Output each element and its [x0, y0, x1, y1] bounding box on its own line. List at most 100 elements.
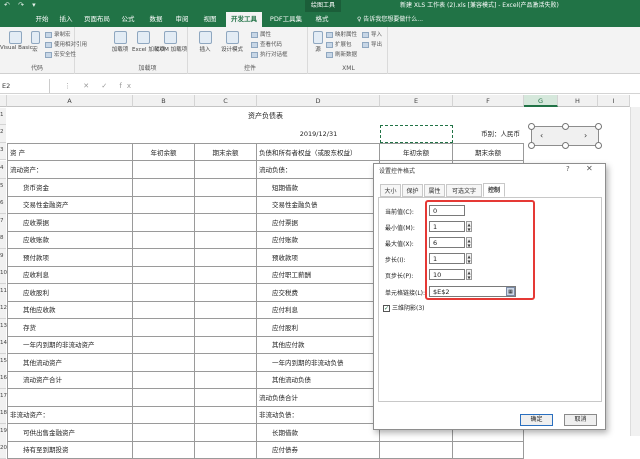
cancel-button[interactable]: 取消 [564, 414, 597, 426]
liability-item-cell[interactable]: 流动负债： [257, 161, 380, 179]
asset-item-cell[interactable]: 预付款项 [7, 249, 133, 267]
asset-closing-cell[interactable] [195, 354, 257, 372]
tab-control[interactable]: 控制 [483, 183, 505, 197]
asset-item-cell[interactable]: 应收票据 [7, 214, 133, 232]
liability-item-cell[interactable]: 预收款项 [257, 249, 380, 267]
help-icon[interactable]: ? [566, 165, 570, 173]
asset-item-cell[interactable]: 货币资金 [7, 179, 133, 197]
asset-item-cell[interactable]: 应收利息 [7, 266, 133, 284]
liability-item-cell[interactable]: 交易性金融负债 [257, 196, 380, 214]
liability-item-cell[interactable]: 一年内到期的非流动负债 [257, 354, 380, 372]
asset-opening-cell[interactable] [133, 319, 195, 337]
header-liabilities[interactable]: 负债和所有者权益（或股东权益） [257, 143, 380, 161]
tab-insert[interactable]: 插入 [54, 12, 78, 27]
asset-opening-cell[interactable] [133, 249, 195, 267]
run-dialog-button[interactable]: 执行对话框 [251, 50, 288, 58]
ok-button[interactable]: 确定 [520, 414, 553, 426]
asset-opening-cell[interactable] [133, 284, 195, 302]
relative-reference-button[interactable]: 使用相对引用 [45, 40, 87, 48]
refresh-data-button[interactable]: 刷新数据 [326, 50, 357, 58]
row-header[interactable]: 11 [0, 284, 7, 302]
row-header[interactable]: 7 [0, 214, 6, 232]
asset-closing-cell[interactable] [195, 179, 257, 197]
liability-item-cell[interactable]: 应付票据 [257, 214, 380, 232]
header-opening-balance-2[interactable]: 年初余额 [380, 143, 453, 161]
header-closing-balance-2[interactable]: 期末余额 [453, 143, 524, 161]
asset-item-cell[interactable]: 应收股利 [7, 284, 133, 302]
asset-opening-cell[interactable] [133, 406, 195, 424]
com-addins-button[interactable]: COM 加载项 [156, 31, 187, 53]
selected-cell-e2[interactable] [380, 125, 453, 143]
map-properties-button[interactable]: 映射属性 [326, 30, 357, 38]
properties-button[interactable]: 属性 [251, 30, 271, 38]
asset-opening-cell[interactable] [133, 441, 195, 459]
asset-closing-cell[interactable] [195, 424, 257, 442]
addins-button[interactable]: 加载项 [110, 31, 130, 53]
row-header[interactable]: 15 [0, 354, 7, 372]
liability-item-cell[interactable]: 应交税费 [257, 284, 380, 302]
tab-formulas[interactable]: 公式 [116, 12, 140, 27]
resize-handle[interactable] [528, 123, 535, 130]
macro-button[interactable]: 宏 [30, 31, 40, 53]
liability-item-cell[interactable]: 非流动负债： [257, 406, 380, 424]
liability-item-cell[interactable]: 长期借款 [257, 424, 380, 442]
view-code-button[interactable]: 查看代码 [251, 40, 282, 48]
column-header-b[interactable]: B [133, 95, 195, 107]
tab-developer[interactable]: 开发工具 [226, 12, 262, 27]
expansion-pack-button[interactable]: 扩展包 [326, 40, 352, 48]
asset-opening-cell[interactable] [133, 161, 195, 179]
formula-icons[interactable]: ⋮ ✕ ✓ fx [64, 79, 136, 93]
asset-item-cell[interactable]: 应收账款 [7, 231, 133, 249]
column-header-a[interactable]: A [7, 95, 133, 107]
tell-me-search[interactable]: ♀ 告诉我您想要做什么... [357, 12, 423, 27]
resize-handle[interactable] [528, 142, 535, 149]
design-mode-button[interactable]: 设计模式 [217, 31, 247, 53]
scroll-right-icon[interactable]: › [584, 131, 587, 140]
liability-item-cell[interactable]: 其他应付款 [257, 336, 380, 354]
close-icon[interactable]: ✕ [586, 164, 593, 173]
asset-item-cell[interactable]: 流动资产： [7, 161, 133, 179]
asset-opening-cell[interactable] [133, 196, 195, 214]
row-header[interactable]: 6 [0, 196, 6, 214]
liability-item-cell[interactable]: 应付职工薪酬 [257, 266, 380, 284]
export-button[interactable]: 导出 [362, 40, 382, 48]
asset-item-cell[interactable]: 其他应收款 [7, 301, 133, 319]
asset-closing-cell[interactable] [195, 336, 257, 354]
asset-closing-cell[interactable] [195, 161, 257, 179]
asset-item-cell[interactable]: 流动资产合计 [7, 371, 133, 389]
column-header-d[interactable]: D [257, 95, 380, 107]
asset-closing-cell[interactable] [195, 231, 257, 249]
row-header[interactable]: 3 [0, 143, 6, 160]
header-opening-balance[interactable]: 年初余额 [133, 143, 195, 161]
vertical-scrollbar[interactable] [630, 107, 640, 436]
asset-item-cell[interactable]: 存货 [7, 319, 133, 337]
asset-opening-cell[interactable] [133, 336, 195, 354]
column-header-g[interactable]: G [524, 95, 558, 107]
row-header[interactable]: 1 [0, 108, 6, 125]
row-header[interactable]: 13 [0, 319, 7, 337]
asset-closing-cell[interactable] [195, 301, 257, 319]
import-button[interactable]: 导入 [362, 30, 382, 38]
quick-access-toolbar[interactable]: ↶ ↷ ▾ [4, 1, 39, 9]
row-header[interactable]: 16 [0, 371, 7, 389]
asset-opening-cell[interactable] [133, 266, 195, 284]
row-header[interactable]: 18 [0, 406, 7, 424]
sheet-title[interactable]: 资产负债表 [7, 108, 524, 125]
liability-opening-cell[interactable] [380, 441, 453, 459]
liability-item-cell[interactable]: 流动负债合计 [257, 389, 380, 407]
liability-item-cell[interactable]: 短期借款 [257, 179, 380, 197]
asset-closing-cell[interactable] [195, 319, 257, 337]
asset-closing-cell[interactable] [195, 266, 257, 284]
row-header[interactable]: 5 [0, 179, 6, 197]
asset-item-cell[interactable]: 持有至到期投资 [7, 441, 133, 459]
resize-handle[interactable] [562, 142, 569, 149]
column-header-c[interactable]: C [195, 95, 257, 107]
column-header-e[interactable]: E [380, 95, 453, 107]
asset-closing-cell[interactable] [195, 196, 257, 214]
liability-item-cell[interactable]: 应付账款 [257, 231, 380, 249]
row-header[interactable]: 9 [0, 249, 6, 267]
asset-opening-cell[interactable] [133, 389, 195, 407]
tab-alt-text[interactable]: 可选文字 [446, 184, 482, 197]
asset-item-cell[interactable]: 交易性金融资产 [7, 196, 133, 214]
liability-item-cell[interactable]: 其他流动负债 [257, 371, 380, 389]
